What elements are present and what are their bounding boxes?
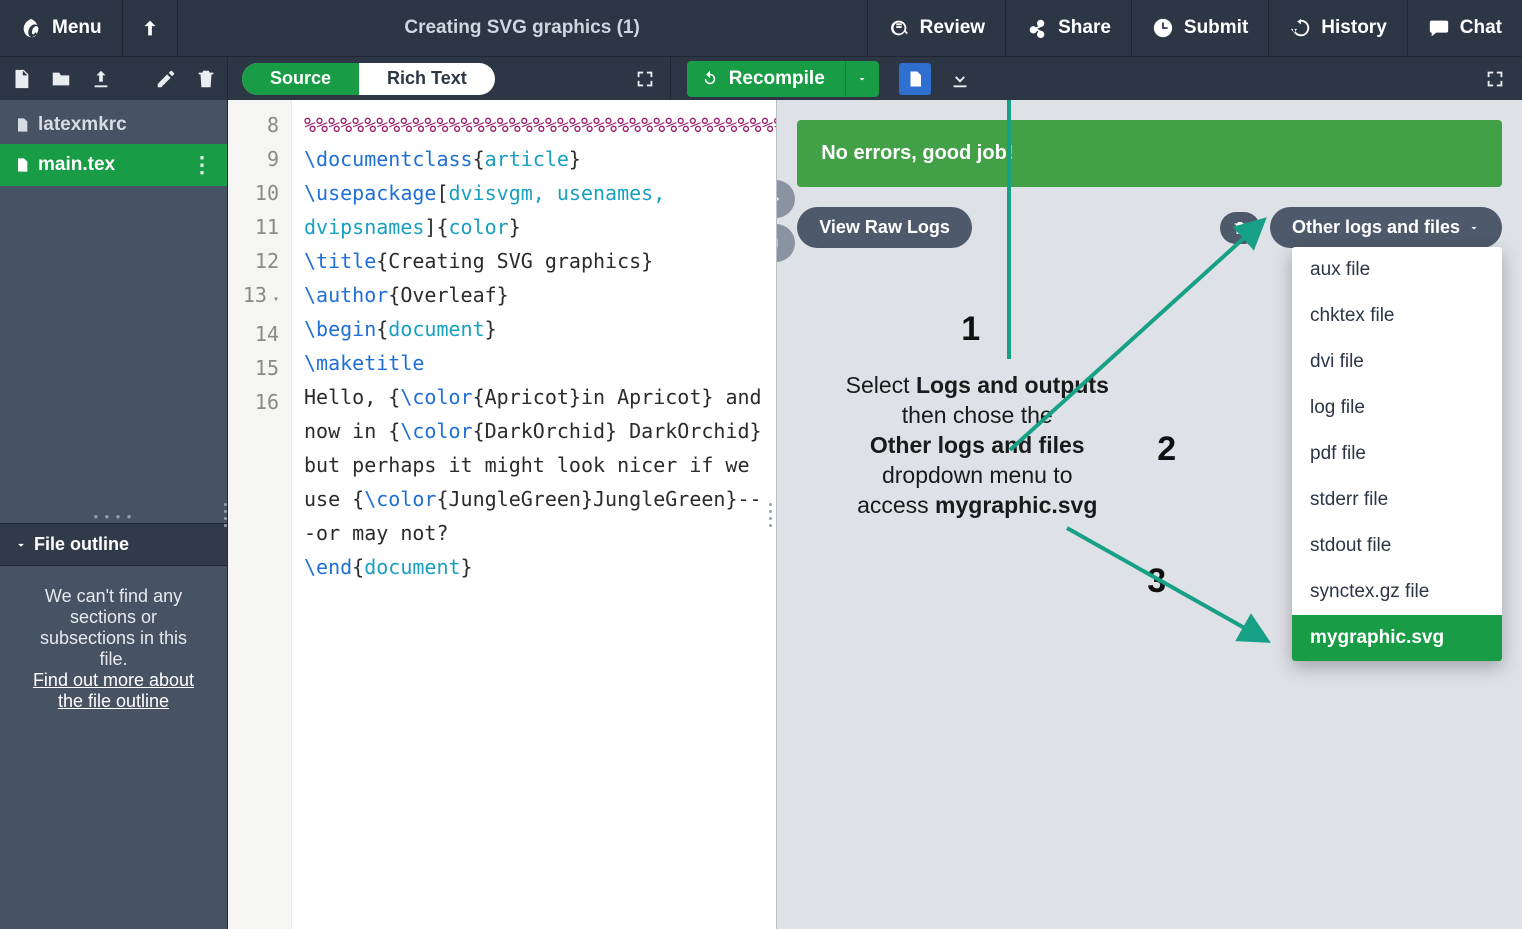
new-folder-icon[interactable] <box>50 68 72 90</box>
share-icon <box>1026 17 1048 39</box>
source-mode-button[interactable]: Source <box>242 63 359 95</box>
chat-label: Chat <box>1460 17 1502 39</box>
up-arrow-icon <box>139 17 161 39</box>
history-label: History <box>1321 17 1386 39</box>
annotation-arrow-2 <box>1005 220 1265 460</box>
submit-button[interactable]: Submit <box>1131 0 1268 56</box>
recompile-icon <box>701 70 719 88</box>
compile-status-text: No errors, good job! <box>821 142 1013 164</box>
annotation-number-2: 2 <box>1157 430 1176 469</box>
top-bar: Menu Creating SVG graphics (1) Review Sh… <box>0 0 1522 56</box>
review-button[interactable]: Review <box>867 0 1005 56</box>
toolbar-row: Source Rich Text Recompile <box>0 56 1522 100</box>
logs-row: View Raw Logs Other logs and files aux f… <box>797 207 1502 248</box>
editor-toolbar: Source Rich Text <box>228 57 670 100</box>
dropdown-item-aux-file[interactable]: aux file <box>1292 247 1502 293</box>
editor-code[interactable]: %%%%%%%%%%%%%%%%%%%%%%%%%%%%%%%%%%%%%%%%… <box>292 100 776 929</box>
chevron-down-icon <box>14 538 28 552</box>
annotation-number-1: 1 <box>961 310 980 349</box>
dropdown-item-log-file[interactable]: log file <box>1292 385 1502 431</box>
file-outline-body: We can't find any sections or subsection… <box>0 566 227 929</box>
file-list: latexmkrc main.tex ⋮ <box>0 100 227 186</box>
annotation-number-3: 3 <box>1147 562 1166 601</box>
editor-pane: 8910111213 ▾141516 %%%%%%%%%%%%%%%%%%%%%… <box>228 100 776 929</box>
logs-button[interactable] <box>899 63 931 95</box>
recompile-dropdown-button[interactable] <box>845 61 879 97</box>
outline-empty-text: We can't find any sections or subsection… <box>40 586 187 669</box>
file-outline-toggle[interactable]: File outline <box>0 523 227 566</box>
output-pane: No errors, good job! View Raw Logs Other… <box>776 100 1522 929</box>
download-pdf-icon[interactable] <box>949 68 971 90</box>
share-label: Share <box>1058 17 1111 39</box>
pdf-toolbar: Recompile <box>670 57 1522 100</box>
dropdown-item-pdf-file[interactable]: pdf file <box>1292 431 1502 477</box>
delete-icon[interactable] <box>195 68 217 90</box>
file-icon <box>14 156 30 174</box>
menu-button[interactable]: Menu <box>0 0 123 56</box>
chevron-down-icon <box>1468 222 1480 234</box>
left-splitter[interactable] <box>224 485 234 545</box>
other-logs-button[interactable]: Other logs and files <box>1270 207 1502 248</box>
outline-resize-handle[interactable]: ● ● ● ● <box>0 509 227 523</box>
clear-cache-button[interactable] <box>1220 212 1260 244</box>
dropdown-item-chktex-file[interactable]: chktex file <box>1292 293 1502 339</box>
dropdown-item-stdout-file[interactable]: stdout file <box>1292 523 1502 569</box>
annotation-text: Select Logs and outputs then chose the O… <box>797 370 1157 520</box>
file-icon <box>14 116 30 134</box>
split-arrows <box>776 180 795 262</box>
other-logs-label: Other logs and files <box>1292 217 1460 238</box>
rich-text-mode-button[interactable]: Rich Text <box>359 63 495 95</box>
file-menu-icon[interactable]: ⋮ <box>191 152 213 178</box>
upload-icon[interactable] <box>90 68 112 90</box>
history-button[interactable]: History <box>1268 0 1406 56</box>
dropdown-item-mygraphic-svg[interactable]: mygraphic.svg <box>1292 615 1502 661</box>
file-toolbar <box>0 57 228 100</box>
review-icon <box>888 17 910 39</box>
file-outline-label: File outline <box>34 534 129 555</box>
file-item-main-tex[interactable]: main.tex ⋮ <box>0 144 227 186</box>
history-icon <box>1289 17 1311 39</box>
pdf-fullscreen-icon[interactable] <box>1484 68 1506 90</box>
project-title: Creating SVG graphics (1) <box>178 17 867 39</box>
chevron-down-icon <box>856 73 868 85</box>
editor-fullscreen-icon[interactable] <box>634 68 656 90</box>
compile-status-banner: No errors, good job! <box>797 120 1502 187</box>
main-area: latexmkrcmain.tex⋮ ● ● ● ● File outline … <box>0 100 1522 929</box>
trash-icon <box>1232 220 1248 236</box>
menu-label: Menu <box>52 17 102 39</box>
outline-learn-more-link[interactable]: Find out more about the file outline <box>33 670 194 711</box>
file-name: main.tex <box>38 154 115 176</box>
submit-icon <box>1152 17 1174 39</box>
dropdown-item-dvi-file[interactable]: dvi file <box>1292 339 1502 385</box>
review-label: Review <box>920 17 985 39</box>
chat-icon <box>1428 17 1450 39</box>
document-icon <box>906 70 924 88</box>
recompile-button[interactable]: Recompile <box>687 61 845 97</box>
submit-label: Submit <box>1184 17 1248 39</box>
editor-mode-toggle: Source Rich Text <box>242 63 495 95</box>
go-to-code-button[interactable] <box>776 224 795 262</box>
other-logs-dropdown: aux filechktex filedvi filelog filepdf f… <box>1292 247 1502 661</box>
overleaf-logo-icon <box>20 17 42 39</box>
editor-gutter: 8910111213 ▾141516 <box>228 100 292 929</box>
share-button[interactable]: Share <box>1005 0 1131 56</box>
go-to-pdf-button[interactable] <box>776 180 795 218</box>
chat-button[interactable]: Chat <box>1407 0 1522 56</box>
view-raw-logs-label: View Raw Logs <box>819 217 950 238</box>
view-raw-logs-button[interactable]: View Raw Logs <box>797 207 972 248</box>
rename-icon[interactable] <box>155 68 177 90</box>
file-item-latexmkrc[interactable]: latexmkrc <box>0 106 227 144</box>
new-file-icon[interactable] <box>10 68 32 90</box>
file-tree-pane: latexmkrcmain.tex⋮ ● ● ● ● File outline … <box>0 100 228 929</box>
file-name: latexmkrc <box>38 114 127 136</box>
annotation-arrow-3 <box>1062 520 1272 650</box>
up-button[interactable] <box>123 0 178 56</box>
recompile-label: Recompile <box>729 68 825 90</box>
dropdown-item-stderr-file[interactable]: stderr file <box>1292 477 1502 523</box>
dropdown-item-synctex-gz-file[interactable]: synctex.gz file <box>1292 569 1502 615</box>
